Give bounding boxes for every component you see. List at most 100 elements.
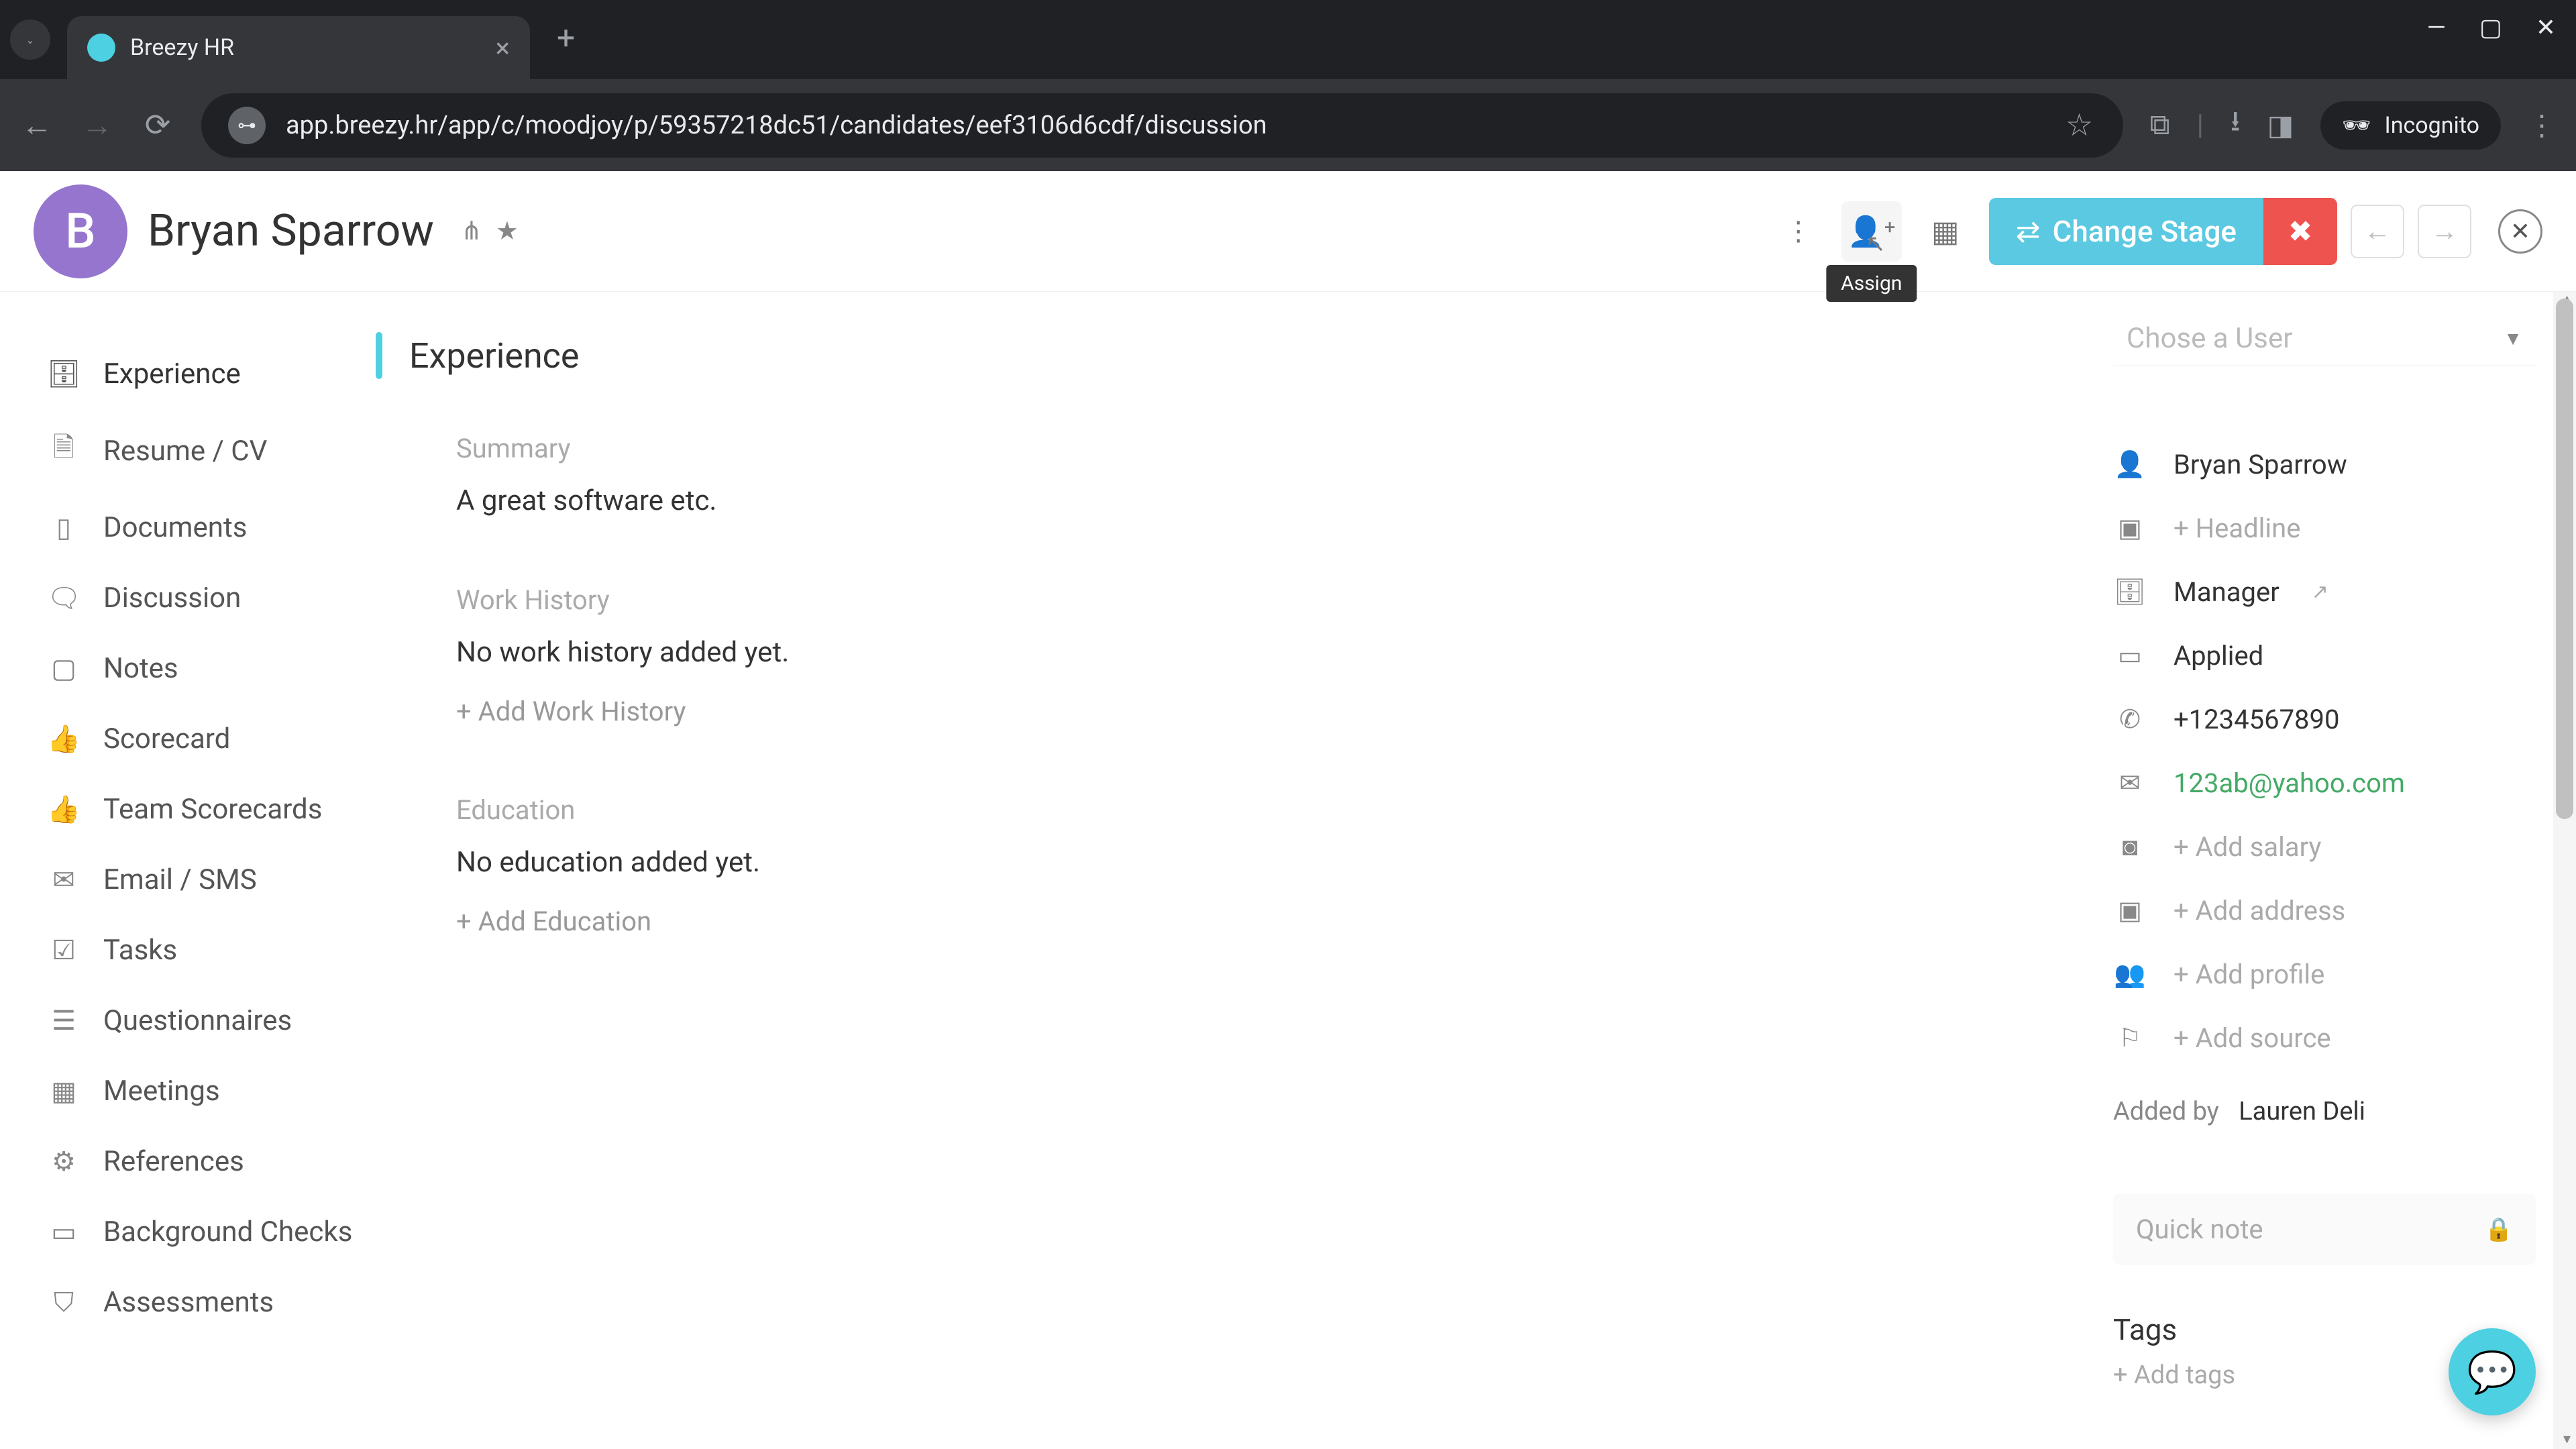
sidebar-item-tasks[interactable]: ☑Tasks [34,915,376,985]
sidebar-item-meetings[interactable]: ▦Meetings [34,1056,376,1126]
info-name-row: 👤 Bryan Sparrow [2113,433,2536,496]
sidebar-item-experience[interactable]: 🗄 Experience [34,339,376,409]
assign-button[interactable]: 👤⁺ ↖ Assign [1841,201,1902,262]
quick-note-input[interactable]: Quick note 🔒 [2113,1193,2536,1265]
sidebar-item-label: Experience [103,358,241,390]
url-bar[interactable]: ⊶ app.breezy.hr/app/c/moodjoy/p/59357218… [201,93,2123,158]
sidebar-item-documents[interactable]: ▯Documents [34,492,376,563]
info-source-row[interactable]: ⚐ + Add source [2113,1006,2536,1070]
experience-content: Summary A great software etc. Work Histo… [376,433,2033,937]
browser-tab[interactable]: Breezy HR × [67,16,530,79]
external-link-icon[interactable]: ↗ [2312,580,2328,604]
thumbs-icon: 👍 [47,723,80,755]
sidebar-item-questionnaires[interactable]: ☰Questionnaires [34,985,376,1056]
accent-bar [376,332,382,379]
kebab-menu-button[interactable]: ⋮ [1768,201,1828,262]
sidebar-item-assessments[interactable]: ⛉Assessments [34,1267,376,1338]
prev-candidate-button[interactable]: ← [2351,205,2404,258]
choose-user-dropdown[interactable]: Chose a User ▼ [2113,312,2536,366]
nav-bar: ← → ⟳ ⊶ app.breezy.hr/app/c/moodjoy/p/59… [0,79,2576,171]
extensions-icon[interactable]: ⧉ [2150,109,2170,142]
add-headline-link: + Headline [2174,513,2300,544]
sidebar-item-resume[interactable]: 🗎Resume / CV [34,409,376,492]
work-history-empty: No work history added yet. [456,636,2033,669]
scrollbar-track[interactable]: ▴ ▾ [2553,292,2576,1449]
app-body: 🗄 Experience 🗎Resume / CV ▯Documents 🗨Dis… [0,292,2576,1449]
thumbs-icon: 👍 [47,794,80,825]
added-by-row: Added by Lauren Deli [2113,1097,2536,1126]
disqualify-button[interactable]: ✖ [2263,198,2337,265]
info-role: Manager [2174,576,2279,608]
info-address-row[interactable]: ▣ + Add address [2113,879,2536,943]
tab-title: Breezy HR [130,34,481,61]
add-work-history-link[interactable]: + Add Work History [456,696,2033,727]
main-content: Experience Summary A great software etc.… [376,292,2086,1449]
minimize-icon[interactable]: — [2427,13,2446,42]
sidebar-item-notes[interactable]: ▢Notes [34,633,376,704]
sidebar-item-label: Scorecard [103,722,230,755]
site-info-icon[interactable]: ⊶ [228,107,266,144]
schedule-button[interactable]: ▦ [1915,201,1976,262]
sidebar-item-label: Questionnaires [103,1004,292,1037]
forward-icon[interactable]: → [80,107,114,144]
file-icon: 🗎 [47,428,80,474]
work-history-label: Work History [456,584,2033,616]
section-title-wrap: Experience [376,332,2033,379]
lock-icon[interactable]: 🔒 [2485,1216,2513,1243]
sidebar-item-references[interactable]: ⚙References [34,1126,376,1197]
info-phone-row[interactable]: ✆ +1234567890 [2113,688,2536,751]
right-panel: Chose a User ▼ 👤 Bryan Sparrow ▣ + Headl… [2086,292,2576,1449]
downloads-icon[interactable]: ⭳ [2231,101,2241,149]
mail-icon: ✉ [2113,768,2147,798]
chat-bubble-icon: 💬 [2467,1348,2518,1396]
sidebar-item-background-checks[interactable]: ▭Background Checks [34,1197,376,1267]
quick-note-placeholder: Quick note [2136,1214,2263,1245]
window-controls: — ▢ ✕ [2427,13,2556,42]
candidate-name-actions: ⋔ ★ [461,216,519,246]
note-icon: ▢ [47,653,80,684]
candidate-header: B Bryan Sparrow ⋔ ★ ⋮ 👤⁺ ↖ Assign ▦ ⇄ Ch… [0,171,2576,292]
choose-user-placeholder: Chose a User [2127,322,2292,355]
scroll-down-icon[interactable]: ▾ [2563,1431,2571,1448]
bookmark-star-icon[interactable]: ☆ [2063,107,2096,144]
close-window-icon[interactable]: ✕ [2536,13,2556,42]
info-profile-row[interactable]: 👥 + Add profile [2113,943,2536,1006]
star-icon[interactable]: ★ [496,216,519,246]
info-headline-row[interactable]: ▣ + Headline [2113,496,2536,560]
new-tab-button[interactable]: + [557,19,575,60]
close-panel-button[interactable]: ✕ [2498,209,2542,254]
sidepanel-icon[interactable]: ◨ [2267,109,2294,142]
sidebar: 🗄 Experience 🗎Resume / CV ▯Documents 🗨Dis… [0,292,376,1449]
add-education-link[interactable]: + Add Education [456,906,2033,937]
section-title: Experience [409,335,579,376]
reload-icon[interactable]: ⟳ [141,107,174,144]
back-icon[interactable]: ← [20,107,54,144]
sidebar-item-label: Documents [103,511,247,544]
maximize-icon[interactable]: ▢ [2479,13,2502,42]
profile-icon: 👥 [2113,960,2147,989]
sidebar-item-discussion[interactable]: 🗨Discussion [34,563,376,633]
chat-fab-button[interactable]: 💬 [2449,1328,2536,1415]
incognito-label: Incognito [2384,112,2479,139]
info-role-row[interactable]: 🗄 Manager ↗ [2113,560,2536,624]
incognito-badge[interactable]: 🕶 Incognito [2320,101,2501,150]
briefcase-icon: 🗄 [47,358,80,390]
sidebar-item-email-sms[interactable]: ✉Email / SMS [34,845,376,915]
change-stage-button[interactable]: ⇄ Change Stage [1989,198,2263,265]
scrollbar-thumb[interactable] [2556,299,2573,819]
info-email-row[interactable]: ✉ 123ab@yahoo.com [2113,751,2536,815]
tab-search-dropdown[interactable]: ⌄ [10,19,50,60]
tab-close-icon[interactable]: × [496,32,510,64]
card-icon: ▭ [47,1216,80,1248]
info-salary-row[interactable]: ◙ + Add salary [2113,815,2536,879]
next-candidate-button[interactable]: → [2418,205,2471,258]
sidebar-item-team-scorecards[interactable]: 👍Team Scorecards [34,774,376,845]
browser-menu-icon[interactable]: ⋮ [2528,109,2556,142]
info-status-row[interactable]: ▭ Applied [2113,624,2536,688]
summary-text: A great software etc. [456,484,2033,517]
education-label: Education [456,794,2033,826]
sidebar-item-scorecard[interactable]: 👍 Scorecard [34,704,376,774]
info-status: Applied [2174,640,2263,672]
added-by-label: Added by [2113,1097,2219,1126]
rss-icon[interactable]: ⋔ [461,216,482,246]
